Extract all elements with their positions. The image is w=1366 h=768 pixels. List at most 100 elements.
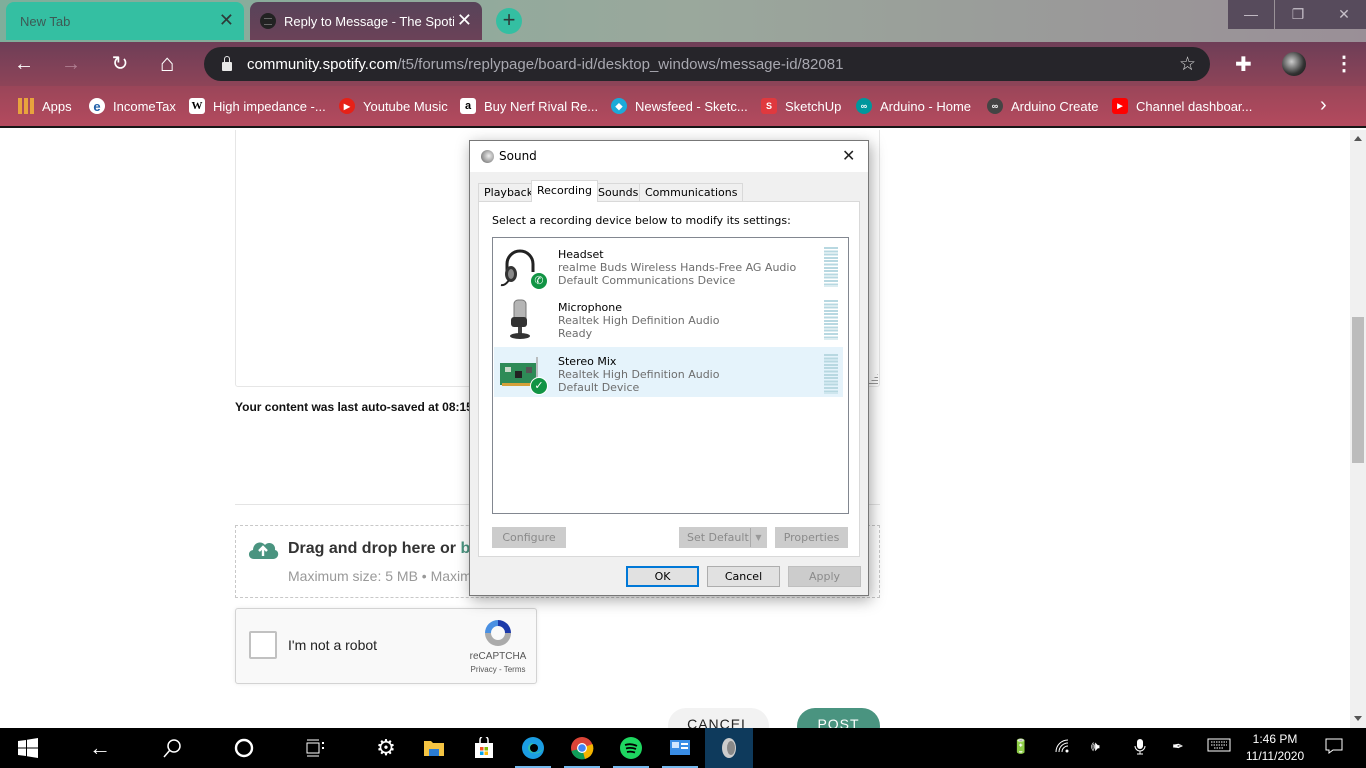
recaptcha-checkbox[interactable] — [249, 631, 277, 659]
edge-icon[interactable] — [509, 728, 557, 768]
tab-sounds[interactable]: Sounds — [592, 183, 645, 201]
search-icon[interactable] — [148, 728, 196, 768]
task-view-icon[interactable] — [292, 728, 340, 768]
device-status: Ready — [558, 327, 593, 340]
ie-icon: e — [89, 98, 105, 114]
scroll-up-arrow-icon[interactable] — [1354, 136, 1362, 141]
bookmark-high-impedance[interactable]: W High impedance -... — [189, 98, 326, 114]
properties-button[interactable]: Properties — [775, 527, 848, 548]
scroll-down-arrow-icon[interactable] — [1354, 716, 1362, 721]
profile-avatar[interactable] — [1282, 52, 1306, 76]
dialog-titlebar[interactable]: Sound ✕ — [470, 141, 868, 172]
lock-icon[interactable] — [222, 55, 232, 71]
start-button[interactable] — [4, 728, 52, 768]
cancel-post-button[interactable]: CANCEL — [668, 708, 769, 728]
device-name: Microphone — [558, 301, 623, 314]
chrome-menu-icon[interactable]: ⋮ — [1334, 50, 1354, 78]
bookmarks-overflow-chevron-icon[interactable]: › — [1320, 94, 1327, 117]
youtube-music-icon: ▶ — [339, 98, 355, 114]
tab-reply-to-message[interactable]: Reply to Message - The Spotify ✕ — [250, 2, 482, 40]
tab-new-tab[interactable]: New Tab ✕ — [6, 2, 244, 40]
pen-ink-icon[interactable]: ✒ — [1172, 738, 1184, 755]
tab-close-icon[interactable]: ✕ — [219, 11, 234, 29]
bookmark-amazon[interactable]: a Buy Nerf Rival Re... — [460, 98, 598, 114]
taskbar-back-icon[interactable]: ← — [76, 728, 124, 768]
magnifier-icon — [163, 739, 181, 758]
settings-gear-icon[interactable]: ⚙ — [362, 728, 410, 768]
bookmark-channel-dashboard[interactable]: ▶ Channel dashboar... — [1112, 98, 1252, 114]
device-item-headset[interactable]: ✆ Headset realme Buds Wireless Hands-Fre… — [494, 240, 843, 290]
bookmark-sketchup[interactable]: S SketchUp — [761, 98, 841, 114]
address-bar[interactable]: community.spotify.com/t5/forums/replypag… — [204, 47, 1210, 81]
bookmark-label: High impedance -... — [213, 98, 326, 114]
bookmark-label: Arduino Create — [1011, 98, 1099, 114]
tab-close-icon[interactable]: ✕ — [457, 11, 472, 29]
bookmark-label: SketchUp — [785, 98, 842, 114]
sketchfab-icon: ◆ — [611, 98, 627, 114]
cortana-icon[interactable] — [220, 728, 268, 768]
home-button[interactable]: ⌂ — [155, 52, 179, 76]
bookmark-label: Buy Nerf Rival Re... — [484, 98, 599, 114]
folder-icon — [424, 741, 444, 756]
back-button[interactable]: ← — [12, 52, 36, 76]
dialog-close-button[interactable]: ✕ — [842, 146, 855, 165]
level-meter — [824, 354, 838, 394]
system-clock[interactable]: 1:46 PM 11/11/2020 — [1244, 731, 1306, 765]
keyboard-glyph-icon — [1207, 738, 1231, 752]
cortana-ring-icon — [234, 738, 254, 758]
apply-button[interactable]: Apply — [788, 566, 861, 587]
set-default-button[interactable]: Set Default ▼ — [679, 527, 767, 548]
forward-button[interactable]: → — [59, 52, 83, 76]
device-item-stereo-mix[interactable]: ✓ Stereo Mix Realtek High Definition Aud… — [494, 347, 843, 397]
set-default-dropdown-icon[interactable]: ▼ — [750, 528, 766, 547]
sound-dialog: Sound ✕ Playback Recording Sounds Commun… — [469, 140, 869, 596]
bookmark-apps[interactable]: Apps — [18, 98, 72, 114]
chrome-icon[interactable] — [558, 728, 606, 768]
bookmark-youtube-music[interactable]: ▶ Youtube Music — [339, 98, 448, 114]
amazon-icon: a — [460, 98, 476, 114]
bookmark-label: Newsfeed - Sketc... — [635, 98, 748, 114]
volume-icon[interactable]: 🕪 — [1091, 738, 1100, 755]
bookmark-arduino-create[interactable]: ∞ Arduino Create — [987, 98, 1098, 114]
cancel-button[interactable]: Cancel — [707, 566, 780, 587]
page-scrollbar[interactable] — [1350, 130, 1366, 728]
post-button[interactable]: POST — [797, 708, 880, 728]
dialog-title: Sound — [499, 149, 537, 163]
new-tab-button[interactable]: + — [496, 8, 522, 34]
bookmark-star-icon[interactable]: ☆ — [1179, 53, 1196, 76]
bookmark-arduino-home[interactable]: ∞ Arduino - Home — [856, 98, 971, 114]
restore-button[interactable]: ❐ — [1275, 0, 1321, 29]
autosave-status: Your content was last auto-saved at 08:1… — [235, 400, 473, 414]
tab-communications[interactable]: Communications — [639, 183, 744, 201]
ok-button[interactable]: OK — [626, 566, 699, 587]
arduino-create-icon: ∞ — [987, 98, 1003, 114]
bookmark-sketchfab[interactable]: ◆ Newsfeed - Sketc... — [611, 98, 748, 114]
tab-recording[interactable]: Recording — [531, 180, 599, 202]
speaker-icon — [481, 150, 494, 163]
touch-keyboard-icon[interactable] — [1207, 738, 1231, 755]
scrollbar-thumb[interactable] — [1352, 317, 1364, 463]
control-panel-icon[interactable] — [656, 728, 704, 768]
microsoft-store-icon[interactable] — [460, 728, 508, 768]
notification-glyph-icon — [1325, 738, 1343, 754]
chrome-logo-icon — [571, 737, 594, 760]
bookmark-incometax[interactable]: e IncomeTax — [89, 98, 176, 114]
device-name: Stereo Mix — [558, 355, 617, 368]
spotify-icon[interactable] — [607, 728, 655, 768]
minimize-button[interactable]: — — [1228, 0, 1274, 29]
file-explorer-icon[interactable] — [410, 728, 458, 768]
tab-playback[interactable]: Playback — [478, 183, 540, 201]
bookmark-label: Youtube Music — [363, 98, 448, 114]
device-item-microphone[interactable]: Microphone Realtek High Definition Audio… — [494, 293, 843, 343]
recaptcha-privacy-terms[interactable]: Privacy - Terms — [462, 665, 534, 674]
sound-settings-taskbar-icon[interactable] — [705, 728, 753, 768]
action-center-icon[interactable] — [1325, 738, 1343, 757]
extensions-puzzle-icon[interactable]: ✚ — [1235, 52, 1252, 77]
configure-button[interactable]: Configure — [492, 527, 566, 548]
close-window-button[interactable]: ✕ — [1321, 0, 1366, 29]
reload-button[interactable]: ↻ — [108, 52, 132, 76]
wifi-icon[interactable] — [1054, 738, 1070, 757]
microphone-tray-icon[interactable] — [1133, 738, 1147, 759]
instruction-text: Select a recording device below to modif… — [492, 214, 791, 227]
battery-icon[interactable]: 🔋 — [1012, 738, 1029, 755]
